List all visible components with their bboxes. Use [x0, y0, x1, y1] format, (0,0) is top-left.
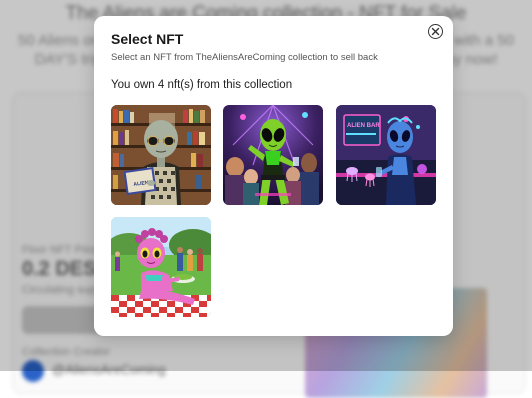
modal-subtitle: Select an NFT from TheAliensAreComing co… [111, 52, 378, 63]
nft-card-alien-librarian[interactable]: ALIEN [111, 105, 211, 205]
nft-image-alien-librarian: ALIEN [111, 105, 211, 205]
nft-card-alien-picnic[interactable] [111, 217, 211, 317]
close-button[interactable] [428, 24, 443, 39]
owned-count-text: You own 4 nft(s) from this collection [111, 79, 293, 91]
select-nft-modal: Select NFT Select an NFT from TheAliensA… [94, 16, 453, 336]
nft-image-alien-neon-bar: ALIEN BAR [336, 105, 436, 205]
nft-image-alien-picnic [111, 217, 211, 317]
nft-card-alien-neon-bar[interactable]: ALIEN BAR [336, 105, 436, 205]
nft-image-alien-nightclub-dancer [223, 105, 323, 205]
close-icon [431, 27, 440, 36]
nft-bar-sign-text: ALIEN BAR [347, 123, 380, 129]
nft-card-alien-nightclub-dancer[interactable] [223, 105, 323, 205]
modal-title: Select NFT [111, 31, 184, 47]
